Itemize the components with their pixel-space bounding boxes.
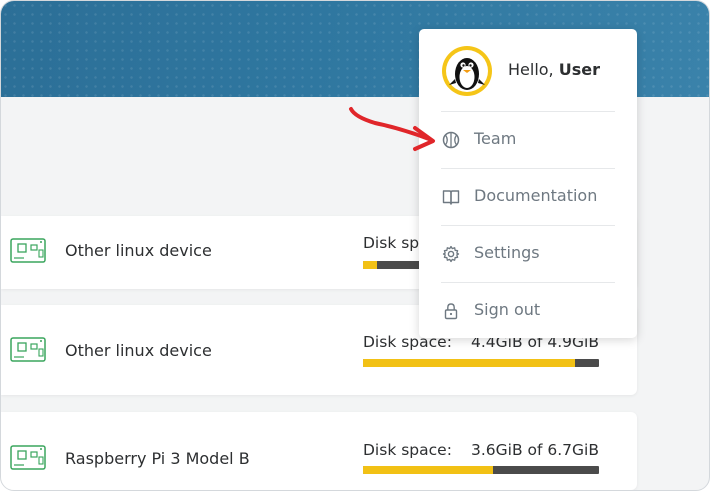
disk-space-label: Disk space: [363, 441, 452, 459]
raspberry-board-icon [10, 238, 46, 263]
greeting-text: Hello, [508, 60, 559, 79]
disk-usage-bar [363, 466, 599, 474]
book-icon [442, 190, 460, 205]
gear-icon [442, 245, 460, 263]
menu-item-sign-out[interactable]: Sign out [419, 283, 637, 339]
menu-item-label: Documentation [474, 186, 598, 205]
username: User [558, 60, 600, 79]
device-card[interactable]: Raspberry Pi 3 Model B Disk space: 3.6Gi… [1, 412, 637, 490]
menu-item-settings[interactable]: Settings [419, 226, 637, 282]
menu-item-documentation[interactable]: Documentation [419, 169, 637, 225]
app-frame: Other linux device Disk space: Other lin… [0, 0, 710, 491]
disk-usage-fill [363, 261, 378, 269]
penguin-avatar-icon[interactable] [441, 45, 493, 97]
disk-usage-fill [363, 359, 576, 367]
device-name[interactable]: Other linux device [65, 341, 212, 360]
disk-space-value: 3.6GiB of 6.7GiB [471, 441, 599, 459]
menu-item-label: Team [474, 129, 517, 148]
menu-item-label: Settings [474, 243, 540, 262]
user-dropdown-menu: Hello, User Team Documentation Settings … [419, 29, 637, 338]
user-greeting: Hello, User [508, 60, 600, 79]
device-name[interactable]: Other linux device [65, 241, 212, 260]
menu-item-label: Sign out [474, 300, 541, 319]
raspberry-board-icon [10, 445, 46, 470]
raspberry-board-icon [10, 337, 46, 362]
device-name[interactable]: Raspberry Pi 3 Model B [65, 449, 250, 468]
disk-usage-fill [363, 466, 493, 474]
lock-icon [444, 303, 458, 320]
disk-usage-bar [363, 359, 599, 367]
red-arrow-pointer [349, 107, 435, 151]
menu-item-team[interactable]: Team [419, 112, 637, 168]
